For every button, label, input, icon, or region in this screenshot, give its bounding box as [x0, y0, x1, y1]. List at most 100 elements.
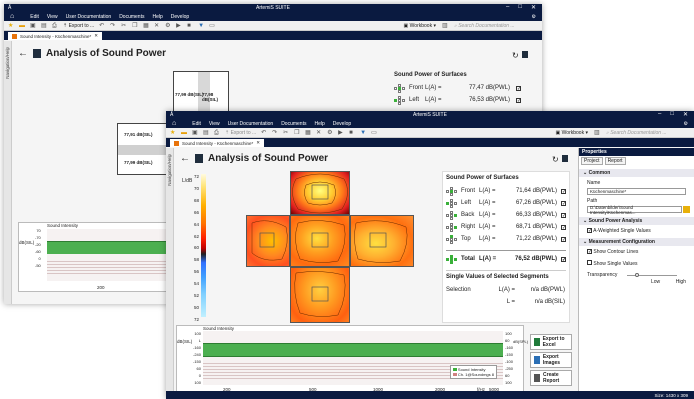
redo-icon[interactable]: ↷: [110, 23, 116, 29]
copy-icon[interactable]: ❐: [294, 130, 300, 136]
paste-icon[interactable]: ▦: [305, 130, 311, 136]
tab-project[interactable]: Project: [581, 157, 603, 165]
export-images-button[interactable]: Export Images: [530, 352, 572, 368]
maximize-button[interactable]: □: [518, 4, 522, 11]
filter-icon[interactable]: ▼: [198, 23, 204, 29]
surface-row-top[interactable]: Top L(A) = 71,22 dB(PWL) ✓: [446, 233, 566, 245]
save-icon[interactable]: ▣: [192, 130, 198, 136]
cut-icon[interactable]: ✂: [121, 23, 127, 29]
menu-documents[interactable]: Documents: [281, 121, 306, 127]
menu-help[interactable]: Help: [152, 14, 162, 20]
mc-section[interactable]: ⌄ Measurement Configuration: [579, 238, 694, 246]
create-report-button[interactable]: Create Report: [530, 370, 572, 386]
surface-checkbox[interactable]: ✓: [561, 212, 566, 218]
left-surface[interactable]: 77,91 dB(SIL) 77,99 dB(SIL): [117, 123, 174, 175]
stop-icon[interactable]: ■: [349, 130, 355, 136]
refresh-icon[interactable]: ↻: [512, 51, 519, 60]
a-weighted-checkbox[interactable]: ✓: [587, 228, 592, 234]
window-icon[interactable]: ▭: [209, 23, 215, 29]
search-field[interactable]: ⌕ Search Documentation ...: [454, 23, 534, 29]
menu-view[interactable]: View: [209, 121, 220, 127]
back-arrow-icon[interactable]: ←: [180, 153, 190, 164]
tab-report[interactable]: Report: [604, 157, 626, 165]
sound-map[interactable]: [246, 171, 414, 323]
surface-checkbox[interactable]: ✓: [561, 200, 566, 206]
print-icon[interactable]: ⎙: [214, 130, 220, 136]
settings-icon[interactable]: ⚙: [165, 23, 171, 29]
close-button[interactable]: ✕: [683, 111, 688, 118]
surface-row-front[interactable]: Front L(A) = 71,64 dB(PWL) ✓: [446, 185, 566, 197]
home-icon[interactable]: ⌂: [172, 120, 176, 127]
search-field[interactable]: ⌕ Search Documentation ...: [606, 130, 686, 136]
stop-icon[interactable]: ■: [187, 23, 193, 29]
document-tab[interactable]: Sound Intensity - Küchenmaschine* ✕: [8, 32, 103, 40]
close-button[interactable]: ✕: [531, 4, 536, 11]
folder-icon[interactable]: ▬: [19, 23, 25, 29]
show-contour-row[interactable]: ✓ Show Contour Lines: [579, 248, 694, 256]
paste-icon[interactable]: ▦: [143, 23, 149, 29]
export-button[interactable]: ⇡ Export to ...: [225, 130, 256, 136]
cut-icon[interactable]: ✂: [283, 130, 289, 136]
workbook-dropdown[interactable]: ▣ Workbook ▾: [556, 130, 588, 136]
menu-develop[interactable]: Develop: [171, 14, 189, 20]
home-icon[interactable]: ⌂: [10, 13, 14, 20]
menu-help[interactable]: Help: [314, 121, 324, 127]
show-contour-checkbox[interactable]: ✓: [587, 249, 592, 255]
folder-browse-icon[interactable]: [683, 206, 690, 213]
save-all-icon[interactable]: ▤: [203, 130, 209, 136]
common-section[interactable]: ⌄ Common: [579, 169, 694, 177]
surface-row-left[interactable]: Left L(A) = 76,53 dB(PWL) ✓: [394, 94, 534, 106]
filter-icon[interactable]: ▼: [360, 130, 366, 136]
menu-documents[interactable]: Documents: [119, 14, 144, 20]
menu-develop[interactable]: Develop: [333, 121, 351, 127]
surface-checkbox[interactable]: ✓: [561, 236, 566, 242]
show-single-checkbox[interactable]: [587, 260, 592, 265]
window-icon[interactable]: ▭: [371, 130, 377, 136]
export-to-excel-button[interactable]: Export to Excel: [530, 334, 572, 350]
back-arrow-icon[interactable]: ←: [18, 48, 28, 59]
refresh-icon[interactable]: ↻: [552, 155, 559, 164]
menu-user-doc[interactable]: User Documentation: [66, 14, 112, 20]
navigation-sidebar[interactable]: Navigation/Help: [4, 41, 12, 304]
star-icon[interactable]: ★: [8, 23, 14, 29]
maximize-button[interactable]: □: [670, 111, 674, 118]
tab-close-icon[interactable]: ✕: [256, 140, 260, 146]
a-weighted-row[interactable]: ✓ A-Weighted Single Values: [579, 227, 694, 235]
save-icon[interactable]: ▣: [30, 23, 36, 29]
surface-checkbox[interactable]: ✓: [561, 188, 566, 194]
undo-icon[interactable]: ↶: [99, 23, 105, 29]
total-checkbox[interactable]: ✓: [561, 256, 566, 262]
path-input[interactable]: D:\Datenbilder\Sound Intensity\Küchenmas…: [587, 205, 682, 215]
surface-checkbox[interactable]: ✓: [516, 97, 521, 103]
minimize-button[interactable]: –: [658, 111, 661, 118]
gear-icon[interactable]: ⚙: [684, 121, 688, 127]
folder-icon[interactable]: ▬: [181, 130, 187, 136]
document-tab[interactable]: Sound Intensity - Küchenmaschine* ✕: [170, 139, 265, 147]
star-icon[interactable]: ★: [170, 130, 176, 136]
surface-row-right[interactable]: Right L(A) = 68,71 dB(PWL) ✓: [446, 221, 566, 233]
play-icon[interactable]: ▶: [338, 130, 344, 136]
surface-row-back[interactable]: Back L(A) = 66,33 dB(PWL) ✓: [446, 209, 566, 221]
export-button[interactable]: ⇡ Export to ...: [63, 23, 94, 29]
settings-icon[interactable]: ⚙: [327, 130, 333, 136]
minimize-button[interactable]: –: [506, 4, 509, 11]
tab-close-icon[interactable]: ✕: [94, 33, 98, 39]
transparency-slider[interactable]: [627, 273, 677, 277]
copy-icon[interactable]: ❐: [132, 23, 138, 29]
menu-edit[interactable]: Edit: [192, 121, 201, 127]
transparency-slider-thumb[interactable]: [635, 273, 639, 277]
show-single-row[interactable]: Show Single Values: [579, 259, 694, 268]
surface-row-left[interactable]: Left L(A) = 67,26 dB(PWL) ✓: [446, 197, 566, 209]
play-icon[interactable]: ▶: [176, 23, 182, 29]
surface-row-front[interactable]: Front L(A) = 77,47 dB(PWL) ✓: [394, 82, 534, 94]
delete-icon[interactable]: ✕: [316, 130, 322, 136]
name-input[interactable]: Küchenmaschine*: [587, 188, 686, 195]
menu-view[interactable]: View: [47, 14, 58, 20]
redo-icon[interactable]: ↷: [272, 130, 278, 136]
print-icon[interactable]: ⎙: [52, 23, 58, 29]
chart-plot-area[interactable]: [47, 229, 175, 281]
gear-icon[interactable]: ⚙: [532, 14, 536, 20]
surface-checkbox[interactable]: ✓: [516, 85, 521, 91]
menu-user-doc[interactable]: User Documentation: [228, 121, 274, 127]
panel-toggle-icon[interactable]: [522, 51, 528, 58]
